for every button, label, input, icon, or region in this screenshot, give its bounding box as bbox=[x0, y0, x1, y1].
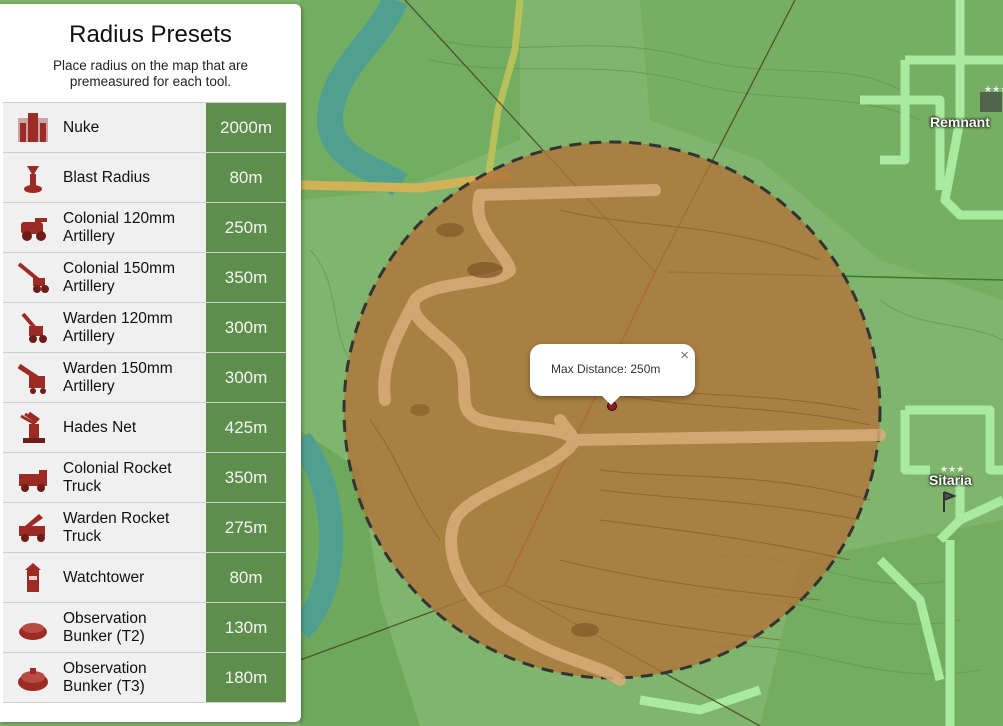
observation-bunker-t2-icon bbox=[3, 603, 63, 652]
preset-radius-value[interactable]: 130m bbox=[206, 603, 286, 652]
preset-radius-value[interactable]: 350m bbox=[206, 253, 286, 302]
colonial-150mm-artillery-icon bbox=[3, 253, 63, 302]
preset-label: Observation Bunker (T3) bbox=[63, 659, 147, 695]
preset-row[interactable]: Warden 120mm Artillery 300m bbox=[3, 303, 286, 353]
warden-150mm-artillery-icon bbox=[3, 353, 63, 402]
preset-row[interactable]: Warden Rocket Truck 275m bbox=[3, 503, 286, 553]
preset-row[interactable]: Blast Radius 80m bbox=[3, 153, 286, 203]
popup-close-button[interactable]: × bbox=[680, 347, 689, 364]
colonial-120mm-artillery-icon bbox=[3, 203, 63, 252]
observation-bunker-t3-icon bbox=[3, 653, 63, 702]
preset-radius-value[interactable]: 180m bbox=[206, 653, 286, 702]
svg-text:★★★: ★★★ bbox=[984, 85, 1003, 95]
preset-row[interactable]: Warden 150mm Artillery 300m bbox=[3, 353, 286, 403]
colonial-rocket-truck-icon bbox=[3, 453, 63, 502]
preset-label: Colonial 120mm Artillery bbox=[63, 209, 175, 245]
preset-radius-value[interactable]: 350m bbox=[206, 453, 286, 502]
preset-label: Warden Rocket Truck bbox=[63, 509, 170, 545]
town-label-sitaria: Sitaria bbox=[929, 472, 972, 488]
preset-label: Nuke bbox=[63, 118, 100, 136]
preset-label: Observation Bunker (T2) bbox=[63, 609, 147, 645]
town-marker-remnant[interactable]: ★★★ bbox=[980, 85, 1003, 112]
preset-label: Colonial Rocket Truck bbox=[63, 459, 172, 495]
preset-radius-value[interactable]: 80m bbox=[206, 553, 286, 602]
preset-row[interactable]: Observation Bunker (T2) 130m bbox=[3, 603, 286, 653]
preset-row[interactable]: Colonial 120mm Artillery 250m bbox=[3, 203, 286, 253]
preset-radius-value[interactable]: 250m bbox=[206, 203, 286, 252]
preset-label: Colonial 150mm Artillery bbox=[63, 259, 175, 295]
preset-row[interactable]: Watchtower 80m bbox=[3, 553, 286, 603]
preset-row[interactable]: Hades Net 425m bbox=[3, 403, 286, 453]
preset-radius-value[interactable]: 80m bbox=[206, 153, 286, 202]
warden-rocket-truck-icon bbox=[3, 503, 63, 552]
preset-label: Warden 150mm Artillery bbox=[63, 359, 173, 395]
preset-label: Warden 120mm Artillery bbox=[63, 309, 173, 345]
preset-row[interactable]: Colonial 150mm Artillery 350m bbox=[3, 253, 286, 303]
panel-subtitle: Place radius on the map that are premeas… bbox=[52, 58, 249, 89]
preset-list: Nuke 2000m Blast Radius 80m Colonial 120mm A… bbox=[3, 102, 286, 703]
popup-tip bbox=[602, 396, 620, 405]
radius-presets-panel: Radius Presets Place radius on the map t… bbox=[0, 4, 301, 722]
preset-row[interactable]: Observation Bunker (T3) 180m bbox=[3, 653, 286, 703]
warden-120mm-artillery-icon bbox=[3, 303, 63, 352]
preset-label: Hades Net bbox=[63, 418, 137, 436]
watchtower-icon bbox=[3, 553, 63, 602]
preset-radius-value[interactable]: 2000m bbox=[206, 103, 286, 152]
preset-row[interactable]: Colonial Rocket Truck 350m bbox=[3, 453, 286, 503]
blast-radius-icon bbox=[3, 153, 63, 202]
preset-row[interactable]: Nuke 2000m bbox=[3, 103, 286, 153]
preset-label: Blast Radius bbox=[63, 168, 151, 186]
preset-label: Watchtower bbox=[63, 568, 145, 586]
preset-radius-value[interactable]: 300m bbox=[206, 303, 286, 352]
max-distance-text: Max Distance: 250m bbox=[551, 362, 661, 376]
town-label-remnant: Remnant bbox=[930, 114, 990, 130]
hades-net-icon bbox=[3, 403, 63, 452]
max-distance-popup: Max Distance: 250m × bbox=[530, 344, 695, 405]
preset-radius-value[interactable]: 275m bbox=[206, 503, 286, 552]
panel-title: Radius Presets bbox=[69, 21, 232, 48]
preset-radius-value[interactable]: 425m bbox=[206, 403, 286, 452]
preset-radius-value[interactable]: 300m bbox=[206, 353, 286, 402]
nuke-icon bbox=[3, 103, 63, 152]
